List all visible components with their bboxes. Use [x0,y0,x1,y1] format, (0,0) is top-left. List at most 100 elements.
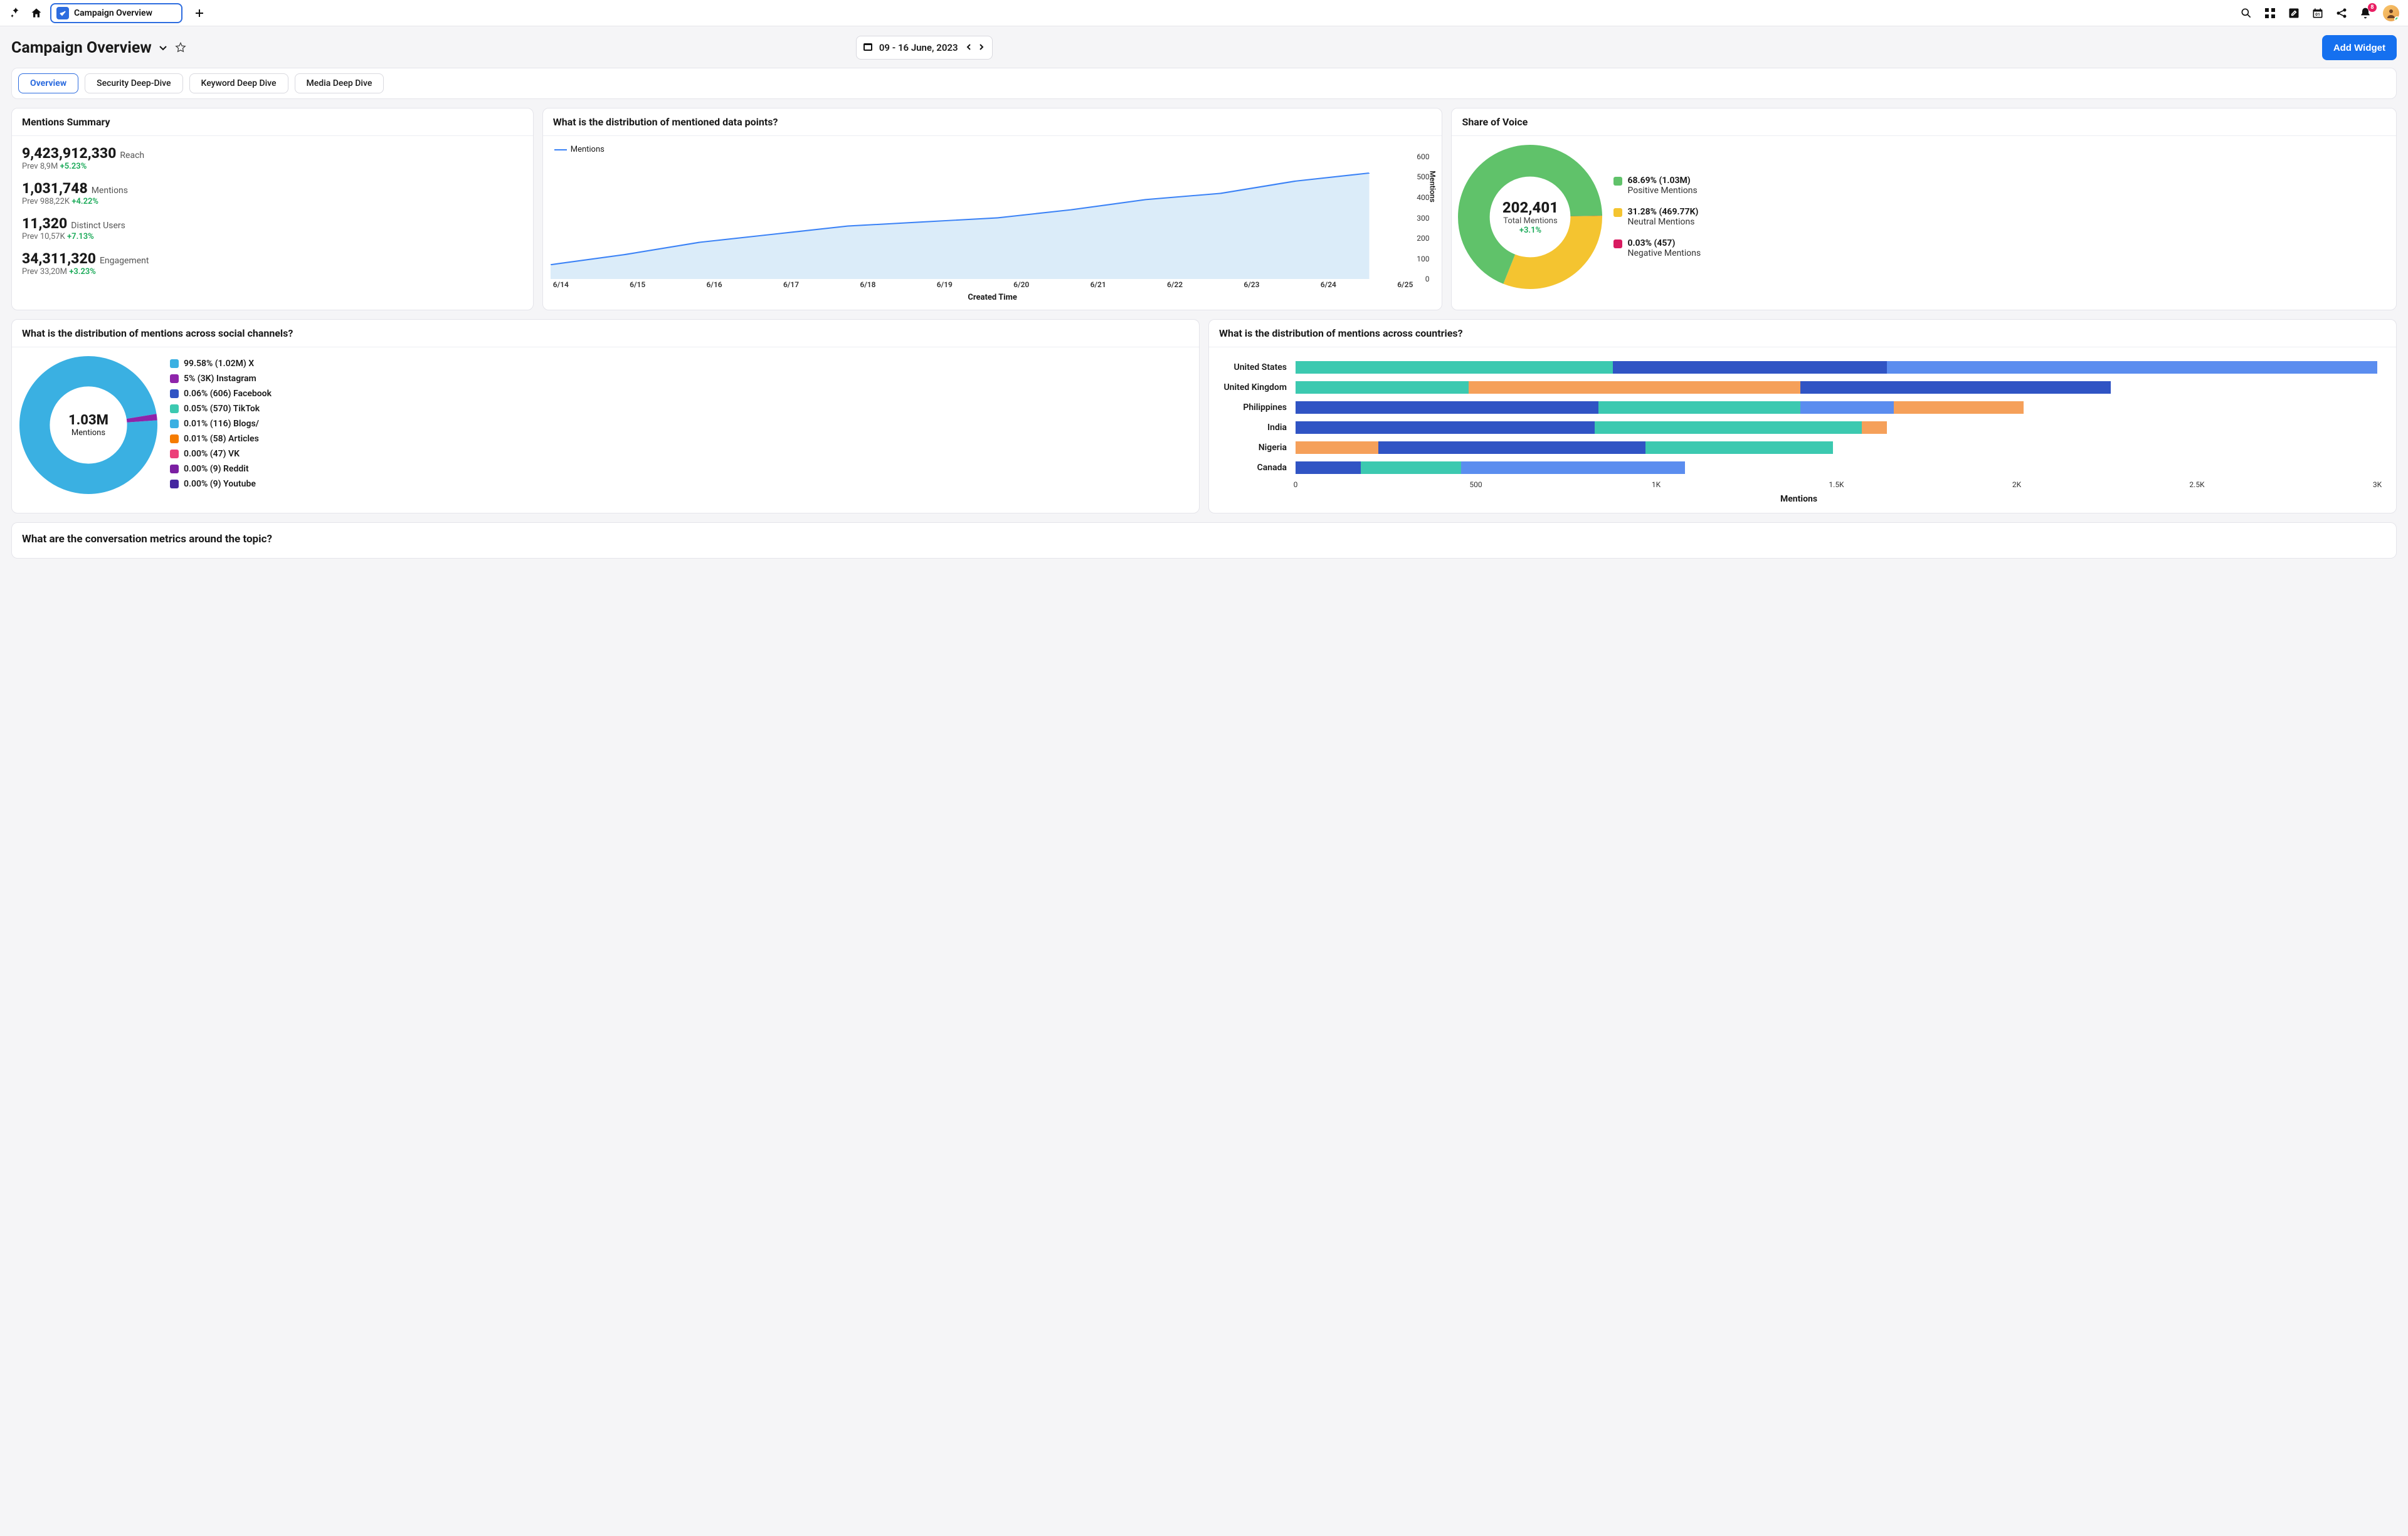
legend-swatch [170,419,179,428]
xtick-label: 1K [1652,480,1661,489]
legend-label: 99.58% (1.02M) X [184,359,254,369]
xtick-label: 6/20 [1013,280,1029,289]
legend-swatch [170,374,179,383]
dashboard-row-3: What are the conversation metrics around… [0,522,2408,570]
topbar-actions: 01 8 [2240,5,2399,21]
xtick-label: 6/25 [1397,280,1413,289]
bar-segment [1862,421,1887,434]
legend-item: 0.00% (47) VK [170,449,272,459]
sov-change: +3.1% [1519,226,1541,235]
xtick-label: 6/18 [860,280,875,289]
title-dropdown-icon[interactable] [157,41,169,54]
apps-grid-icon[interactable] [2264,7,2276,19]
line-chart-yaxis-label: Mentions [1428,171,1437,202]
legend-item: 0.01% (116) Blogs/ [170,419,272,429]
country-row: United Kingdom [1220,379,2377,396]
country-row: Canada [1220,459,2377,476]
metric-value: 11,320 [22,215,67,232]
legend-swatch [170,480,179,488]
country-label: United Kingdom [1220,382,1287,392]
legend-swatch [1613,208,1622,217]
brand-logo-icon[interactable] [9,6,23,20]
tab-security-deep-dive[interactable]: Security Deep-Dive [85,73,182,93]
svg-text:01: 01 [2315,12,2320,17]
legend-item: 5% (3K) Instagram [170,374,272,384]
date-range-picker[interactable]: 09 - 16 June, 2023 [856,36,993,60]
channels-title: What is the distribution of mentions acr… [12,320,1199,347]
sov-legend: 68.69% (1.03M)Positive Mentions 31.28% (4… [1613,176,1701,258]
legend-label: 0.05% (570) TikTok [184,404,260,414]
calendar-icon[interactable]: 01 [2311,7,2324,19]
share-icon[interactable] [2335,7,2348,19]
bar-segment [1800,401,1894,414]
summary-metric: 1,031,748Mentions Prev 988,22K +4.22% [22,180,523,206]
country-label: United States [1220,362,1287,372]
country-bar [1296,441,2377,454]
legend-item: 31.28% (469.77K)Neutral Mentions [1613,207,1701,227]
channels-card: What is the distribution of mentions acr… [11,319,1200,513]
countries-card: What is the distribution of mentions acr… [1208,319,2397,513]
legend-swatch [1613,239,1622,248]
legend-label: 0.01% (116) Blogs/ [184,419,259,429]
user-avatar[interactable] [2383,5,2399,21]
mentions-over-time-title: What is the distribution of mentioned da… [543,108,1442,136]
legend-item: 68.69% (1.03M)Positive Mentions [1613,176,1701,196]
notification-count-badge: 8 [2368,3,2377,12]
xtick-label: 6/19 [937,280,953,289]
xtick-label: 6/14 [553,280,569,289]
country-bar [1296,381,2377,394]
summary-metric: 11,320Distinct Users Prev 10,57K +7.13% [22,215,523,241]
calendar-small-icon [863,41,873,54]
country-label: Philippines [1220,402,1287,413]
legend-label: 0.00% (9) Reddit [184,464,249,474]
metric-delta: +5.23% [60,162,87,171]
favorite-star-icon[interactable] [174,41,187,54]
legend-percent: 31.28% (469.77K) [1627,207,1698,217]
tab-overview[interactable]: Overview [18,73,78,93]
legend-item: 0.05% (570) TikTok [170,404,272,414]
countries-xaxis: 05001K1.5K2K2.5K3K [1296,480,2377,490]
summary-metric: 34,311,320Engagement Prev 33,20M +3.23% [22,250,523,276]
tab-keyword-deep-dive[interactable]: Keyword Deep Dive [189,73,288,93]
legend-label: Negative Mentions [1627,248,1701,258]
countries-title: What is the distribution of mentions acr… [1209,320,2396,347]
metric-value: 34,311,320 [22,250,96,267]
legend-swatch [170,389,179,398]
home-icon[interactable] [30,7,43,19]
topbar: Campaign Overview 01 8 [0,0,2408,26]
date-prev-icon[interactable] [964,42,973,54]
tab-media-deep-dive[interactable]: Media Deep Dive [295,73,384,93]
xtick-label: 2.5K [2189,480,2204,489]
page-title: Campaign Overview [11,39,187,57]
line-chart-legend-label: Mentions [571,145,605,154]
xtick-label: 3K [2373,480,2382,489]
xtick-label: 6/17 [783,280,799,289]
legend-swatch [170,450,179,458]
channels-donut: 1.03M Mentions [19,356,157,494]
ytick-label: 200 [1417,234,1429,243]
notifications-icon[interactable]: 8 [2359,7,2372,19]
bar-segment [1595,421,1862,434]
compose-icon[interactable] [2288,7,2300,19]
bar-segment [1296,381,1469,394]
date-next-icon[interactable] [977,42,986,54]
bar-segment [1887,361,2377,374]
xtick-label: 6/15 [630,280,645,289]
add-tab-icon[interactable] [194,8,205,19]
country-bar [1296,401,2377,414]
legend-swatch [1613,177,1622,186]
conversation-metrics-title: What are the conversation metrics around… [22,533,2386,545]
metric-prev: Prev 988,22K [22,197,70,206]
bar-segment [1378,441,1645,454]
mentions-summary-card: Mentions Summary 9,423,912,330Reach Prev… [11,108,534,310]
line-chart: 0100200300400500600 Mentions [551,157,1435,279]
search-icon[interactable] [2240,7,2252,19]
workspace-tab-active[interactable]: Campaign Overview [50,3,182,23]
share-of-voice-card: Share of Voice 202,401 Total Mentions +3… [1451,108,2397,310]
legend-label: Neutral Mentions [1627,217,1698,227]
add-widget-button[interactable]: Add Widget [2322,35,2397,60]
line-chart-xlabel: Created Time [551,293,1435,302]
dashboard-row-1: Mentions Summary 9,423,912,330Reach Prev… [0,99,2408,319]
bar-segment [1296,421,1595,434]
bar-segment [1296,401,1598,414]
